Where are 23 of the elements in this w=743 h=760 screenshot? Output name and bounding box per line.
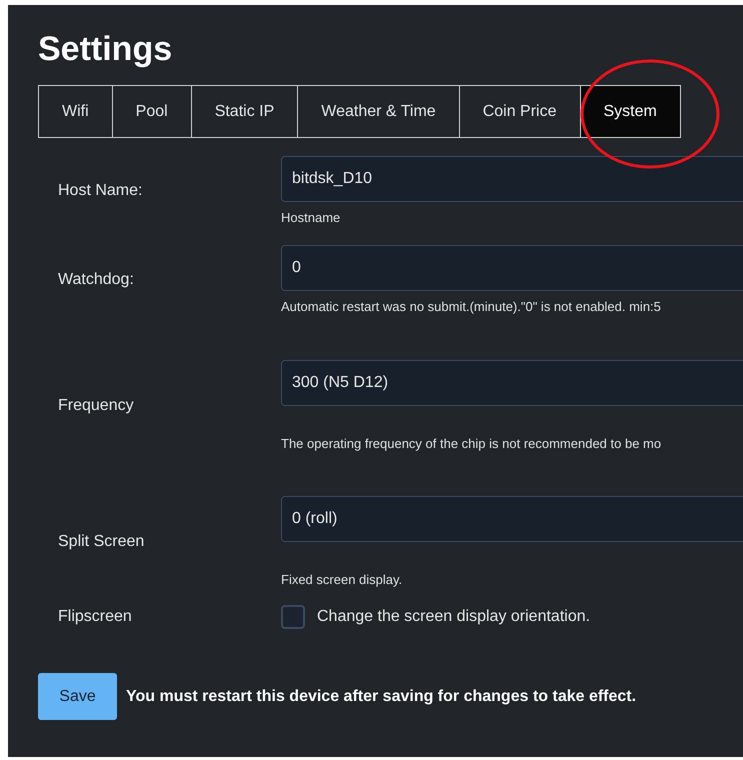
tab[interactable]: Pool xyxy=(112,85,192,138)
field-label: Frequency xyxy=(57,396,135,414)
select-field[interactable]: 300 (N5 D12) xyxy=(281,360,743,406)
field-label: Split Screen xyxy=(57,532,146,550)
tab[interactable]: Wifi xyxy=(38,85,113,138)
restart-notice: You must restart this device after saving for changes to take effect. xyxy=(126,688,636,706)
field-hint: Hostname xyxy=(281,210,342,225)
select-field[interactable]: 0 (roll) xyxy=(281,496,743,542)
input-field[interactable]: bitdsk_D10 xyxy=(281,156,743,202)
field-label: Host Name: xyxy=(57,182,144,200)
tab[interactable]: Weather & Time xyxy=(297,85,460,138)
field-hint: Automatic restart was no submit.(minute)."0" is not enabled. min:5 xyxy=(281,299,662,314)
field-hint: The operating frequency of the chip is not recommended to be mo xyxy=(281,436,662,451)
tab[interactable]: System xyxy=(580,85,681,138)
input-field[interactable]: 0 xyxy=(281,245,743,291)
tab[interactable]: Coin Price xyxy=(458,85,580,138)
field-hint: Fixed screen display. xyxy=(281,572,404,587)
page-title: Settings xyxy=(38,31,174,67)
field-label: Flipscreen xyxy=(57,608,133,626)
tab[interactable]: Static IP xyxy=(190,85,298,138)
save-button[interactable]: Save xyxy=(38,673,117,720)
checkbox-label: Change the screen display orientation. xyxy=(317,608,590,626)
field-label: Watchdog: xyxy=(57,270,135,288)
